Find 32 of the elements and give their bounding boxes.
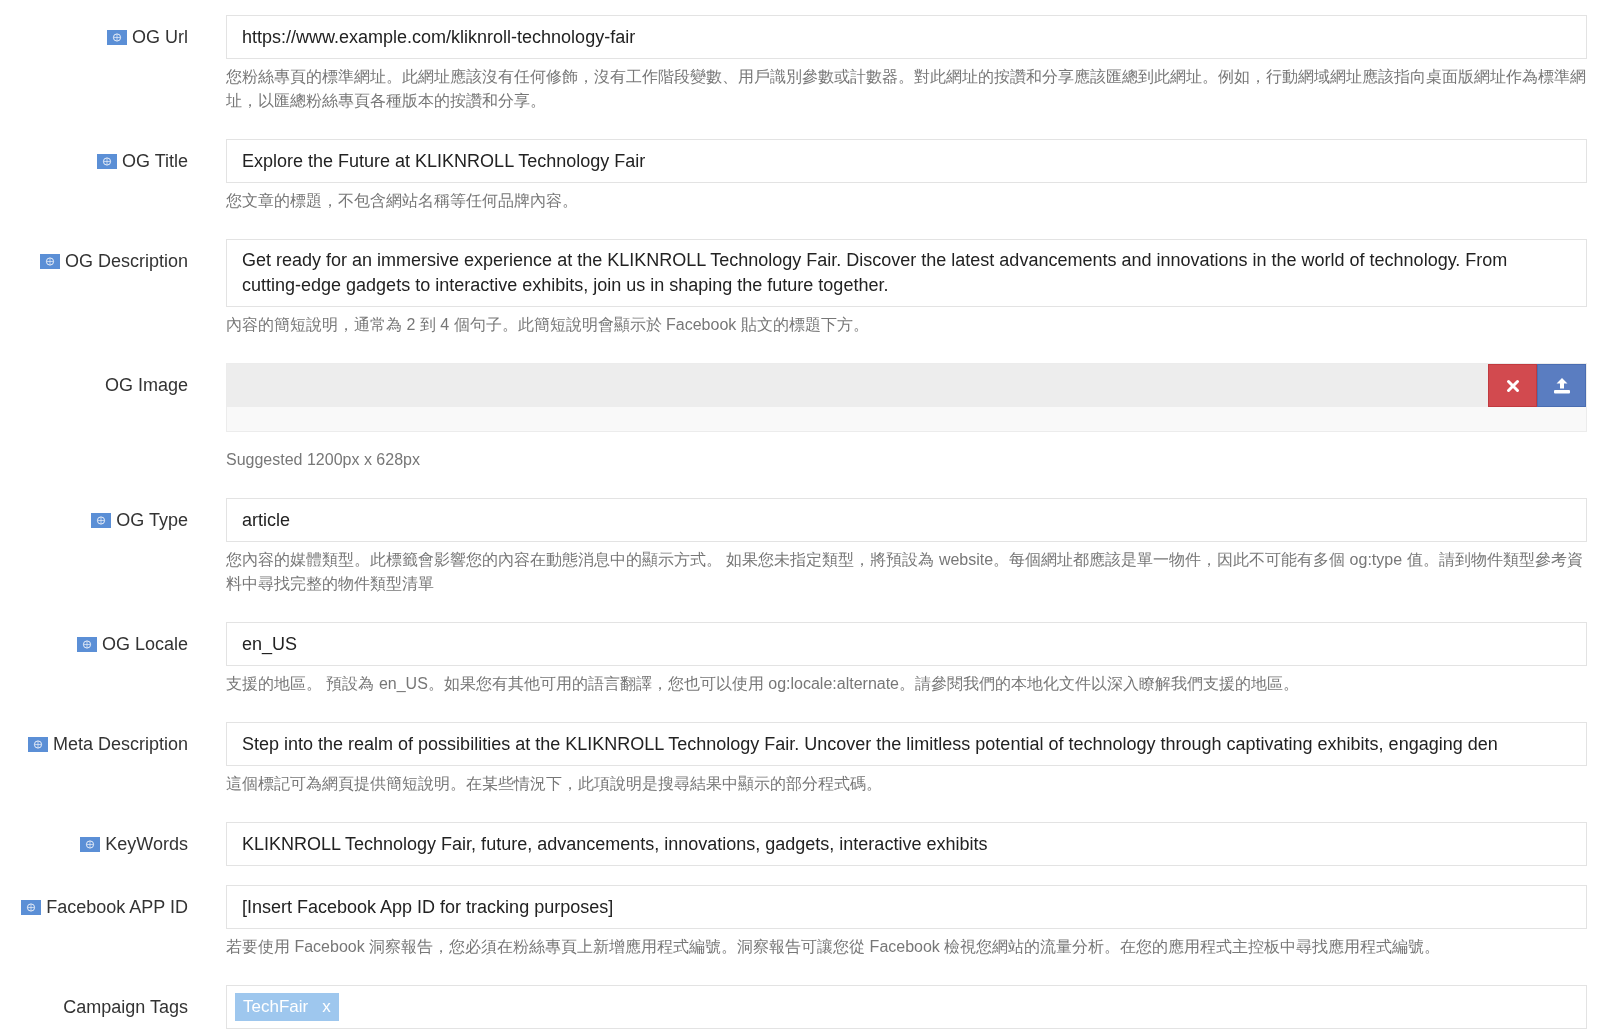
upload-icon <box>1552 377 1571 394</box>
upload-button[interactable] <box>1537 364 1586 407</box>
input-field[interactable]: https://www.example.com/kliknroll-technology-fair <box>226 15 1587 59</box>
field-label: Facebook APP ID <box>46 896 188 918</box>
field-label: OG Description <box>64 250 188 272</box>
help-text: 若要使用 Facebook 洞察報告，您必須在粉絲專頁上新增應用程式編號。洞察報告可讓您從 Facebook 檢視您網站的流量分析。在您的應用程式主控板中尋找應用程式編號。 <box>226 937 1442 957</box>
remove-button[interactable] <box>1488 364 1537 407</box>
help-text: 內容的簡短說明，通常為 2 到 4 個句子。此簡短說明會顯示於 Facebook 貼文的標題下方。 <box>226 315 870 335</box>
field-label: OG Type <box>116 509 188 531</box>
text-area[interactable]: Get ready for an immersive experience at the KLIKNROLL Technology Fair. Discover the latest advancements and innovations in the world of technology. From cutting-edge gadgets to interactive exhibits, join us in shaping the future together. <box>226 239 1587 307</box>
tag-label: TechFair <box>243 997 309 1017</box>
image-field[interactable] <box>227 364 1488 407</box>
help-text: 這個標記可為網頁提供簡短說明。在某些情況下，此項說明是搜尋結果中顯示的部分程式碼。 <box>226 774 883 794</box>
input-field[interactable]: Explore the Future at KLIKNROLL Technology Fair <box>226 139 1587 183</box>
input-field[interactable]: Step into the realm of possibilities at the KLIKNROLL Technology Fair. Uncover the limitless potential of technology through captivating exhibits, engaging den <box>226 722 1587 766</box>
field-label: OG Image <box>104 374 188 396</box>
input-field[interactable]: [Insert Facebook App ID for tracking purposes] <box>226 885 1587 929</box>
help-text: Suggested 1200px x 628px <box>226 450 421 470</box>
help-text: 支援的地區。 預設為 en_US。如果您有其他可用的語言翻譯，您也可以使用 og:locale:alternate。請參閱我們的本地化文件以深入瞭解我們支援的地區。 <box>226 674 1300 694</box>
close-icon <box>1505 378 1520 393</box>
help-text: 您粉絲專頁的標準網址。此網址應該沒有任何修飾，沒有工作階段變數、用戶識別參數或計數器。對此網址的按讚和分享應該匯總到此網址。例如，行動網域網址應該指向桌面版網址作為標準網址，以匯總粉絲專頁各種版本的按讚和分享。 <box>226 67 1587 111</box>
field-label: Campaign Tags <box>63 996 188 1018</box>
field-label: Meta Description <box>52 733 188 755</box>
field-label: OG Url <box>132 26 188 48</box>
input-field[interactable]: article <box>226 498 1587 542</box>
help-text: 您內容的媒體類型。此標籤會影響您的內容在動態消息中的顯示方式。 如果您未指定類型，將預設為 website。每個網址都應該是單一物件，因此不可能有多個 og:type 值。請到物件類型參考資料中尋找完整的物件類型清單 <box>226 550 1584 594</box>
field-label: OG Title <box>122 150 188 172</box>
field-label: KeyWords <box>105 833 188 855</box>
field-label: OG Locale <box>101 633 188 655</box>
input-field[interactable]: KLIKNROLL Technology Fair, future, advancements, innovations, gadgets, interactive exhibits <box>226 822 1587 866</box>
input-field[interactable]: en_US <box>226 622 1587 666</box>
help-text: 您文章的標題，不包含網站名稱等任何品牌內容。 <box>226 191 579 211</box>
